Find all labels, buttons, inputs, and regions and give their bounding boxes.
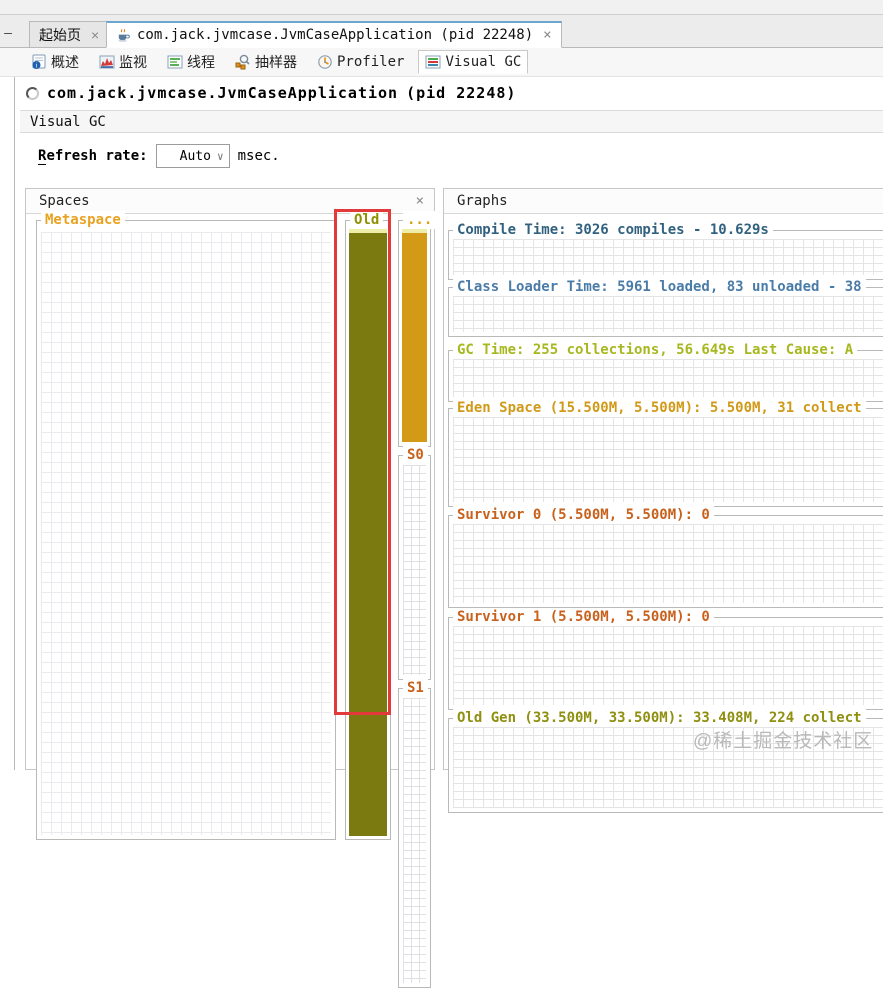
collapse-tabs-button[interactable]: — — [1, 28, 15, 42]
tab-jvmcase-label: com.jack.jvmcase.JvmCaseApplication (pid… — [137, 27, 533, 43]
view-title-label: Visual GC — [30, 114, 106, 130]
eden-space-graph-label: Eden Space (15.500M, 5.500M): 5.500M, 31… — [453, 399, 866, 417]
subtab-visual-gc[interactable]: Visual GC — [418, 50, 528, 74]
survivor1-grid — [403, 698, 426, 983]
subtab-threads-label: 线程 — [187, 52, 215, 72]
subtab-visual-gc-label: Visual GC — [445, 54, 521, 70]
survivor0-group: S0 — [398, 455, 431, 680]
close-icon[interactable]: × — [91, 27, 99, 43]
compile-time-grid — [453, 239, 883, 275]
refresh-rate-unit: msec. — [238, 148, 280, 164]
class-loader-graph: Class Loader Time: 5961 loaded, 83 unloa… — [448, 287, 883, 337]
metaspace-grid — [41, 232, 331, 835]
subtab-overview[interactable]: i 概述 — [25, 49, 85, 75]
window-top-strip — [0, 0, 883, 15]
spaces-panel: Spaces × Metaspace Old ... S0 S1 — [25, 188, 435, 770]
old-gen-graph-label: Old Gen (33.500M, 33.500M): 33.408M, 224… — [453, 709, 866, 727]
metaspace-label: Metaspace — [41, 211, 125, 229]
refresh-rate-value: Auto — [180, 149, 211, 164]
subtab-profiler-label: Profiler — [337, 54, 404, 70]
eden-space-bar — [402, 229, 427, 442]
eden-space-free-strip — [402, 229, 427, 233]
spinner-icon — [26, 87, 39, 100]
gc-time-graph: GC Time: 255 collections, 56.649s Last C… — [448, 350, 883, 402]
compile-time-label: Compile Time: 3026 compiles - 10.629s — [453, 221, 773, 239]
spaces-panel-title: Spaces — [39, 193, 90, 209]
application-title: com.jack.jvmcase.JvmCaseApplication — [47, 84, 398, 102]
old-space-free-strip — [349, 229, 387, 233]
survivor1-graph-grid — [453, 626, 883, 705]
application-header: com.jack.jvmcase.JvmCaseApplication (pid… — [26, 84, 516, 102]
tab-start-page-label: 起始页 — [39, 25, 81, 45]
old-space-group: Old — [345, 220, 391, 840]
survivor0-graph: Survivor 0 (5.500M, 5.500M): 0 — [448, 515, 883, 608]
visualgc-icon — [425, 54, 441, 70]
threads-icon — [167, 54, 183, 70]
survivor0-graph-grid — [453, 524, 883, 603]
subtab-overview-label: 概述 — [51, 52, 79, 72]
old-space-bar — [349, 229, 387, 836]
graphs-panel-header: Graphs — [444, 189, 883, 214]
spaces-panel-body: Metaspace Old ... S0 S1 — [26, 214, 434, 769]
java-cup-icon — [116, 28, 131, 43]
eden-space-grid — [453, 417, 883, 502]
tab-start-page[interactable]: 起始页 × — [29, 21, 109, 48]
eden-space-graph: Eden Space (15.500M, 5.500M): 5.500M, 31… — [448, 408, 883, 507]
overview-icon: i — [31, 54, 47, 70]
subtab-profiler[interactable]: Profiler — [311, 51, 410, 73]
monitor-icon — [99, 54, 115, 70]
close-icon[interactable]: × — [543, 27, 551, 43]
gc-time-label: GC Time: 255 collections, 56.649s Last C… — [453, 341, 857, 359]
profiler-icon — [317, 54, 333, 70]
subtab-threads[interactable]: 线程 — [161, 49, 221, 75]
subtab-sampler-label: 抽样器 — [255, 52, 297, 72]
eden-space-label: ... — [403, 211, 436, 229]
svg-text:i: i — [36, 62, 38, 70]
gc-time-grid — [453, 359, 883, 397]
subtab-monitor-label: 监视 — [119, 52, 147, 72]
close-icon[interactable]: × — [416, 193, 424, 209]
survivor1-label: S1 — [403, 679, 428, 697]
graphs-panel: Graphs Compile Time: 3026 compiles - 10.… — [443, 188, 883, 770]
class-loader-label: Class Loader Time: 5961 loaded, 83 unloa… — [453, 278, 866, 296]
class-loader-grid — [453, 296, 883, 332]
eden-space-group: ... — [398, 220, 431, 447]
document-tab-bar: — 起始页 × com.jack.jvmcase.JvmCaseApplicat… — [0, 15, 883, 48]
chevron-down-icon: ∨ — [217, 150, 224, 163]
graphs-panel-body: Compile Time: 3026 compiles - 10.629s Cl… — [444, 214, 883, 769]
view-toolbar: i 概述 监视 线程 — [0, 48, 883, 77]
sampler-icon — [235, 54, 251, 70]
metaspace-group: Metaspace — [36, 220, 336, 840]
refresh-rate-select[interactable]: Auto ∨ — [156, 144, 230, 168]
refresh-rate-label: Refresh rate: — [38, 148, 148, 164]
panel-left-border — [14, 77, 15, 770]
survivor0-graph-label: Survivor 0 (5.500M, 5.500M): 0 — [453, 506, 714, 524]
graphs-panel-title: Graphs — [457, 193, 508, 209]
survivor1-group: S1 — [398, 688, 431, 988]
tab-jvmcase-application[interactable]: com.jack.jvmcase.JvmCaseApplication (pid… — [106, 21, 562, 48]
survivor1-graph-label: Survivor 1 (5.500M, 5.500M): 0 — [453, 608, 714, 626]
survivor1-graph: Survivor 1 (5.500M, 5.500M): 0 — [448, 617, 883, 710]
refresh-rate-row: Refresh rate: Auto ∨ msec. — [38, 144, 280, 168]
view-title-bar: Visual GC — [20, 110, 883, 133]
old-space-label: Old — [350, 211, 383, 229]
compile-time-graph: Compile Time: 3026 compiles - 10.629s — [448, 230, 883, 280]
survivor0-grid — [403, 465, 426, 675]
watermark-text: @稀土掘金技术社区 — [693, 726, 873, 753]
survivor0-label: S0 — [403, 446, 428, 464]
subtab-sampler[interactable]: 抽样器 — [229, 49, 303, 75]
application-pid: (pid 22248) — [406, 84, 516, 102]
subtab-monitor[interactable]: 监视 — [93, 49, 153, 75]
